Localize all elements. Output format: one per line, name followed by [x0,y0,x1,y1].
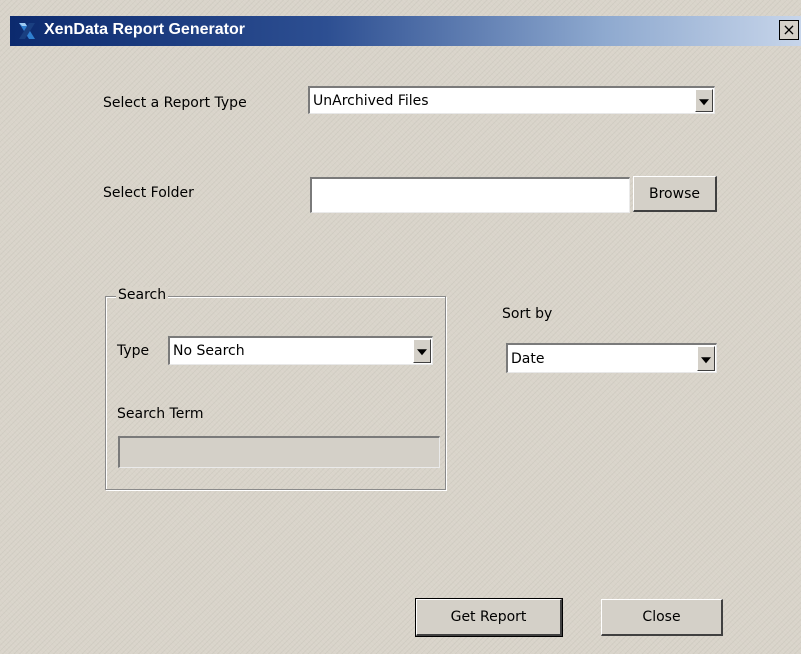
search-group-label: Search [116,287,169,303]
search-term-input[interactable] [118,436,440,468]
folder-label: Select Folder [103,185,194,201]
search-type-select[interactable]: No Search [168,336,433,365]
report-generator-window: XenData Report Generator × Select a Repo… [0,0,801,654]
chevron-down-icon[interactable] [413,339,431,363]
title-bar[interactable]: XenData Report Generator × [10,16,801,46]
sort-by-label: Sort by [502,306,553,322]
close-window-icon[interactable]: × [779,20,799,40]
chevron-down-icon[interactable] [697,346,715,371]
chevron-down-icon[interactable] [695,89,713,112]
browse-button[interactable]: Browse [633,176,717,212]
search-type-label: Type [117,343,150,359]
sort-by-value: Date [511,350,545,367]
report-type-label: Select a Report Type [103,95,247,111]
sort-by-select[interactable]: Date [506,343,717,373]
search-type-value: No Search [173,343,245,359]
folder-path-input[interactable] [310,177,630,213]
close-button[interactable]: Close [601,599,723,636]
search-term-label: Search Term [117,406,204,422]
report-type-select[interactable]: UnArchived Files [308,86,715,114]
report-type-value: UnArchived Files [313,92,429,109]
get-report-button[interactable]: Get Report [415,598,563,637]
window-title: XenData Report Generator [44,21,245,38]
xendata-logo-icon [19,23,35,39]
